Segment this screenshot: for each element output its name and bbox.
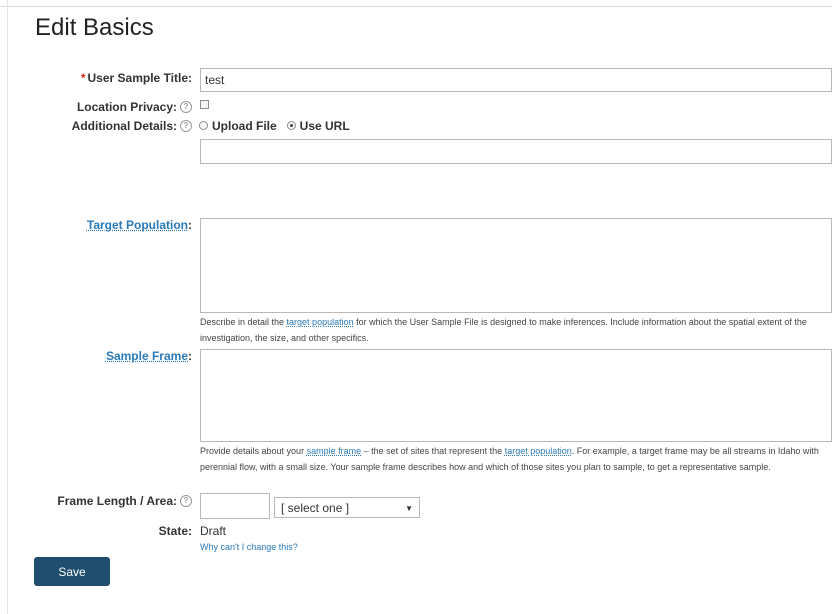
title-label-text: User Sample Title: xyxy=(87,71,192,85)
details-radio-group: Upload File Use URL xyxy=(199,119,350,133)
left-border xyxy=(7,0,8,614)
url-input[interactable] xyxy=(200,139,832,164)
unit-select-value: [ select one ] xyxy=(281,501,350,515)
top-border xyxy=(0,0,832,7)
title-label: * User Sample Title: xyxy=(81,71,192,85)
sample-frame-link[interactable]: Sample Frame xyxy=(106,349,188,363)
required-mark: * xyxy=(80,71,86,85)
privacy-label: Location Privacy:? xyxy=(77,100,192,114)
sample-frame-help: Provide details about your sample frame … xyxy=(200,446,819,472)
target-population-textarea[interactable] xyxy=(200,218,832,313)
sample-frame-textarea[interactable] xyxy=(200,349,832,442)
question-circle-icon[interactable]: ? xyxy=(180,119,192,132)
privacy-label-text: Location Privacy: xyxy=(76,100,177,114)
page-title: Edit Basics xyxy=(35,14,154,41)
frame-length-label: Frame Length / Area:? xyxy=(57,494,192,508)
frame-length-input[interactable] xyxy=(200,493,270,519)
use-url-radio[interactable] xyxy=(286,121,296,131)
target-population-help: Describe in detail the target population… xyxy=(200,317,807,343)
unit-select[interactable]: [ select one ] ▼ xyxy=(274,497,420,518)
frame-label: Sample Frame: xyxy=(105,349,192,363)
save-button[interactable]: Save xyxy=(34,557,110,586)
sample-frame-help-link[interactable]: sample frame xyxy=(307,446,362,456)
frame-length-label-text: Frame Length / Area: xyxy=(57,494,177,508)
caret-down-icon: ▼ xyxy=(405,504,413,513)
upload-file-radio[interactable] xyxy=(199,121,208,131)
details-label-text: Additional Details: xyxy=(71,119,177,133)
frame-target-population-help-link[interactable]: target population xyxy=(505,446,572,456)
use-url-label[interactable]: Use URL xyxy=(300,119,350,133)
details-label: Additional Details:? xyxy=(72,119,192,133)
target-population-help-link[interactable]: target population xyxy=(287,317,354,327)
title-input[interactable] xyxy=(200,68,832,92)
target-label: Target Population: xyxy=(86,218,192,232)
privacy-checkbox[interactable] xyxy=(200,100,209,109)
why-cant-change-link[interactable]: Why can't I change this? xyxy=(200,542,298,552)
target-population-link[interactable]: Target Population xyxy=(87,218,188,232)
question-circle-icon[interactable]: ? xyxy=(180,494,192,507)
state-label: State: xyxy=(158,524,192,538)
state-value: Draft xyxy=(200,524,227,538)
question-circle-icon[interactable]: ? xyxy=(180,100,192,113)
upload-file-label[interactable]: Upload File xyxy=(212,119,277,133)
